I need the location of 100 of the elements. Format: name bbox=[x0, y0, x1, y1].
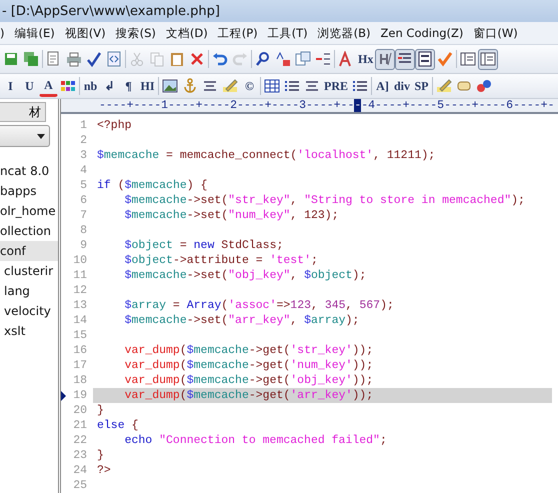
font-size-icon bbox=[338, 51, 354, 67]
code-line: if ($memcache) { bbox=[96, 178, 208, 193]
highlight-icon bbox=[377, 51, 394, 67]
folder-tree-item[interactable]: bapps bbox=[0, 181, 58, 201]
menu-item[interactable]: 工程(P) bbox=[212, 26, 263, 40]
line-number: 5 bbox=[80, 179, 87, 192]
folder-tree-item[interactable]: olr_home bbox=[0, 201, 58, 221]
code-line: var_dump($memcache->get('obj_key')); bbox=[124, 373, 374, 388]
folder-tree-item[interactable]: lang bbox=[0, 281, 58, 301]
format-button[interactable]: nb bbox=[81, 76, 100, 96]
window-title: - [D:\AppServ\www\example.php] bbox=[0, 0, 558, 22]
line-number: 17 bbox=[73, 359, 87, 372]
toolbar-button[interactable] bbox=[415, 48, 436, 70]
code-line: echo "Connection to memcached failed"; bbox=[124, 433, 388, 448]
menu-item[interactable]: ) bbox=[0, 26, 10, 40]
format-button[interactable]: Hx bbox=[356, 48, 376, 70]
line-number: 24 bbox=[73, 464, 87, 477]
replace-icon bbox=[275, 51, 291, 67]
code-line: $memcache->set("str_key", "String to store in memcached"); bbox=[124, 193, 526, 208]
pencil-icon bbox=[222, 78, 238, 94]
table-icon bbox=[264, 78, 280, 94]
menu-item[interactable]: 窗口(W) bbox=[468, 26, 523, 40]
save-all-icon bbox=[23, 51, 39, 67]
check-icon bbox=[437, 51, 454, 67]
close-icon bbox=[189, 51, 205, 67]
list-icon bbox=[284, 78, 300, 94]
code-line: <?php bbox=[96, 118, 133, 133]
toolbar-button[interactable] bbox=[375, 48, 396, 70]
line-number: 22 bbox=[73, 434, 87, 447]
format-button[interactable]: A bbox=[39, 76, 58, 96]
pencil-icon bbox=[436, 78, 452, 94]
line-number: 11 bbox=[73, 269, 87, 282]
menu-item[interactable]: 编辑(E) bbox=[10, 26, 60, 40]
column-icon bbox=[417, 51, 434, 67]
line-number: 25 bbox=[73, 479, 87, 492]
folder-tree-item[interactable]: clusterir bbox=[0, 261, 58, 281]
image-icon bbox=[162, 78, 178, 94]
format-button[interactable]: A] bbox=[373, 76, 392, 96]
anchor-icon bbox=[182, 78, 198, 94]
menu-item[interactable]: Zen Coding(Z) bbox=[376, 26, 468, 40]
line-number: 2 bbox=[80, 134, 87, 147]
line-number: 14 bbox=[73, 314, 87, 327]
code-line: else { bbox=[96, 418, 140, 433]
line-number: 19 bbox=[73, 389, 87, 402]
color-grid-icon bbox=[60, 78, 76, 94]
line-number: 18 bbox=[73, 374, 87, 387]
code-line: var_dump($memcache->get('str_key')); bbox=[124, 343, 374, 358]
format-button[interactable]: ↲ bbox=[100, 76, 119, 96]
code-line: $object->attribute = 'test'; bbox=[124, 253, 319, 268]
folder-tree-item[interactable]: conf bbox=[0, 241, 58, 261]
menu-item[interactable]: 视图(V) bbox=[60, 26, 111, 40]
line-number: 15 bbox=[73, 329, 87, 342]
compare-icon bbox=[295, 51, 311, 67]
format-button[interactable]: ¶ bbox=[119, 76, 138, 96]
line-number: 12 bbox=[73, 284, 87, 297]
search-icon bbox=[255, 51, 271, 67]
dropdown-caret-icon bbox=[37, 134, 45, 138]
menu-item[interactable]: 工具(T) bbox=[262, 26, 313, 40]
line-number: 21 bbox=[73, 419, 87, 432]
print-icon bbox=[66, 51, 82, 67]
line-number: 16 bbox=[73, 344, 87, 357]
folder-tree-item[interactable]: ollection bbox=[0, 221, 58, 241]
format-button[interactable]: © bbox=[240, 76, 259, 96]
code-icon bbox=[106, 51, 122, 67]
code-line: } bbox=[96, 403, 105, 418]
list-icon bbox=[352, 78, 368, 94]
menu-item[interactable]: 搜索(S) bbox=[110, 26, 161, 40]
line-number: 3 bbox=[80, 149, 87, 162]
sidebar-tab[interactable]: 材 bbox=[0, 102, 46, 122]
line-number: 13 bbox=[73, 299, 87, 312]
line-number: 23 bbox=[73, 449, 87, 462]
folder-dropdown[interactable] bbox=[0, 125, 50, 147]
code-line: } bbox=[96, 448, 105, 463]
menu-item[interactable]: 浏览器(B) bbox=[312, 26, 376, 40]
line-number: 7 bbox=[80, 209, 87, 222]
line-number: 20 bbox=[73, 404, 87, 417]
line-number: 10 bbox=[73, 254, 87, 267]
folder-tree-item[interactable]: xslt bbox=[0, 321, 58, 341]
undo-icon bbox=[212, 51, 228, 67]
copy-icon bbox=[149, 51, 165, 67]
format-button[interactable]: div bbox=[392, 76, 412, 96]
format-button[interactable]: U bbox=[20, 76, 39, 96]
menu-item[interactable]: 文档(D) bbox=[160, 26, 213, 40]
indent-icon bbox=[315, 51, 331, 67]
toolbar-button[interactable] bbox=[478, 48, 498, 70]
line-number: 8 bbox=[80, 224, 87, 237]
code-line: $array = Array('assoc'=>123, 345, 567); bbox=[124, 298, 395, 313]
line-number: 6 bbox=[80, 194, 87, 207]
line-number: 4 bbox=[80, 164, 87, 177]
line-number: 9 bbox=[80, 239, 87, 252]
ruler-cursor: - bbox=[354, 99, 362, 112]
format-button[interactable]: I bbox=[1, 76, 20, 96]
folder-tree-item[interactable]: velocity bbox=[0, 301, 58, 321]
format-button[interactable]: HI bbox=[138, 76, 157, 96]
format-button[interactable]: PRE bbox=[322, 76, 350, 96]
folder-tree-item[interactable]: ncat 8.0 bbox=[0, 161, 58, 181]
column-ruler: ----+----1----+----2----+----3----+----4----+----5----+----6----+- bbox=[61, 99, 558, 114]
format-button[interactable]: SP bbox=[412, 76, 432, 96]
toolbar-button[interactable] bbox=[395, 48, 416, 70]
code-line: $memcache->set("arr_key", $array); bbox=[124, 313, 360, 328]
